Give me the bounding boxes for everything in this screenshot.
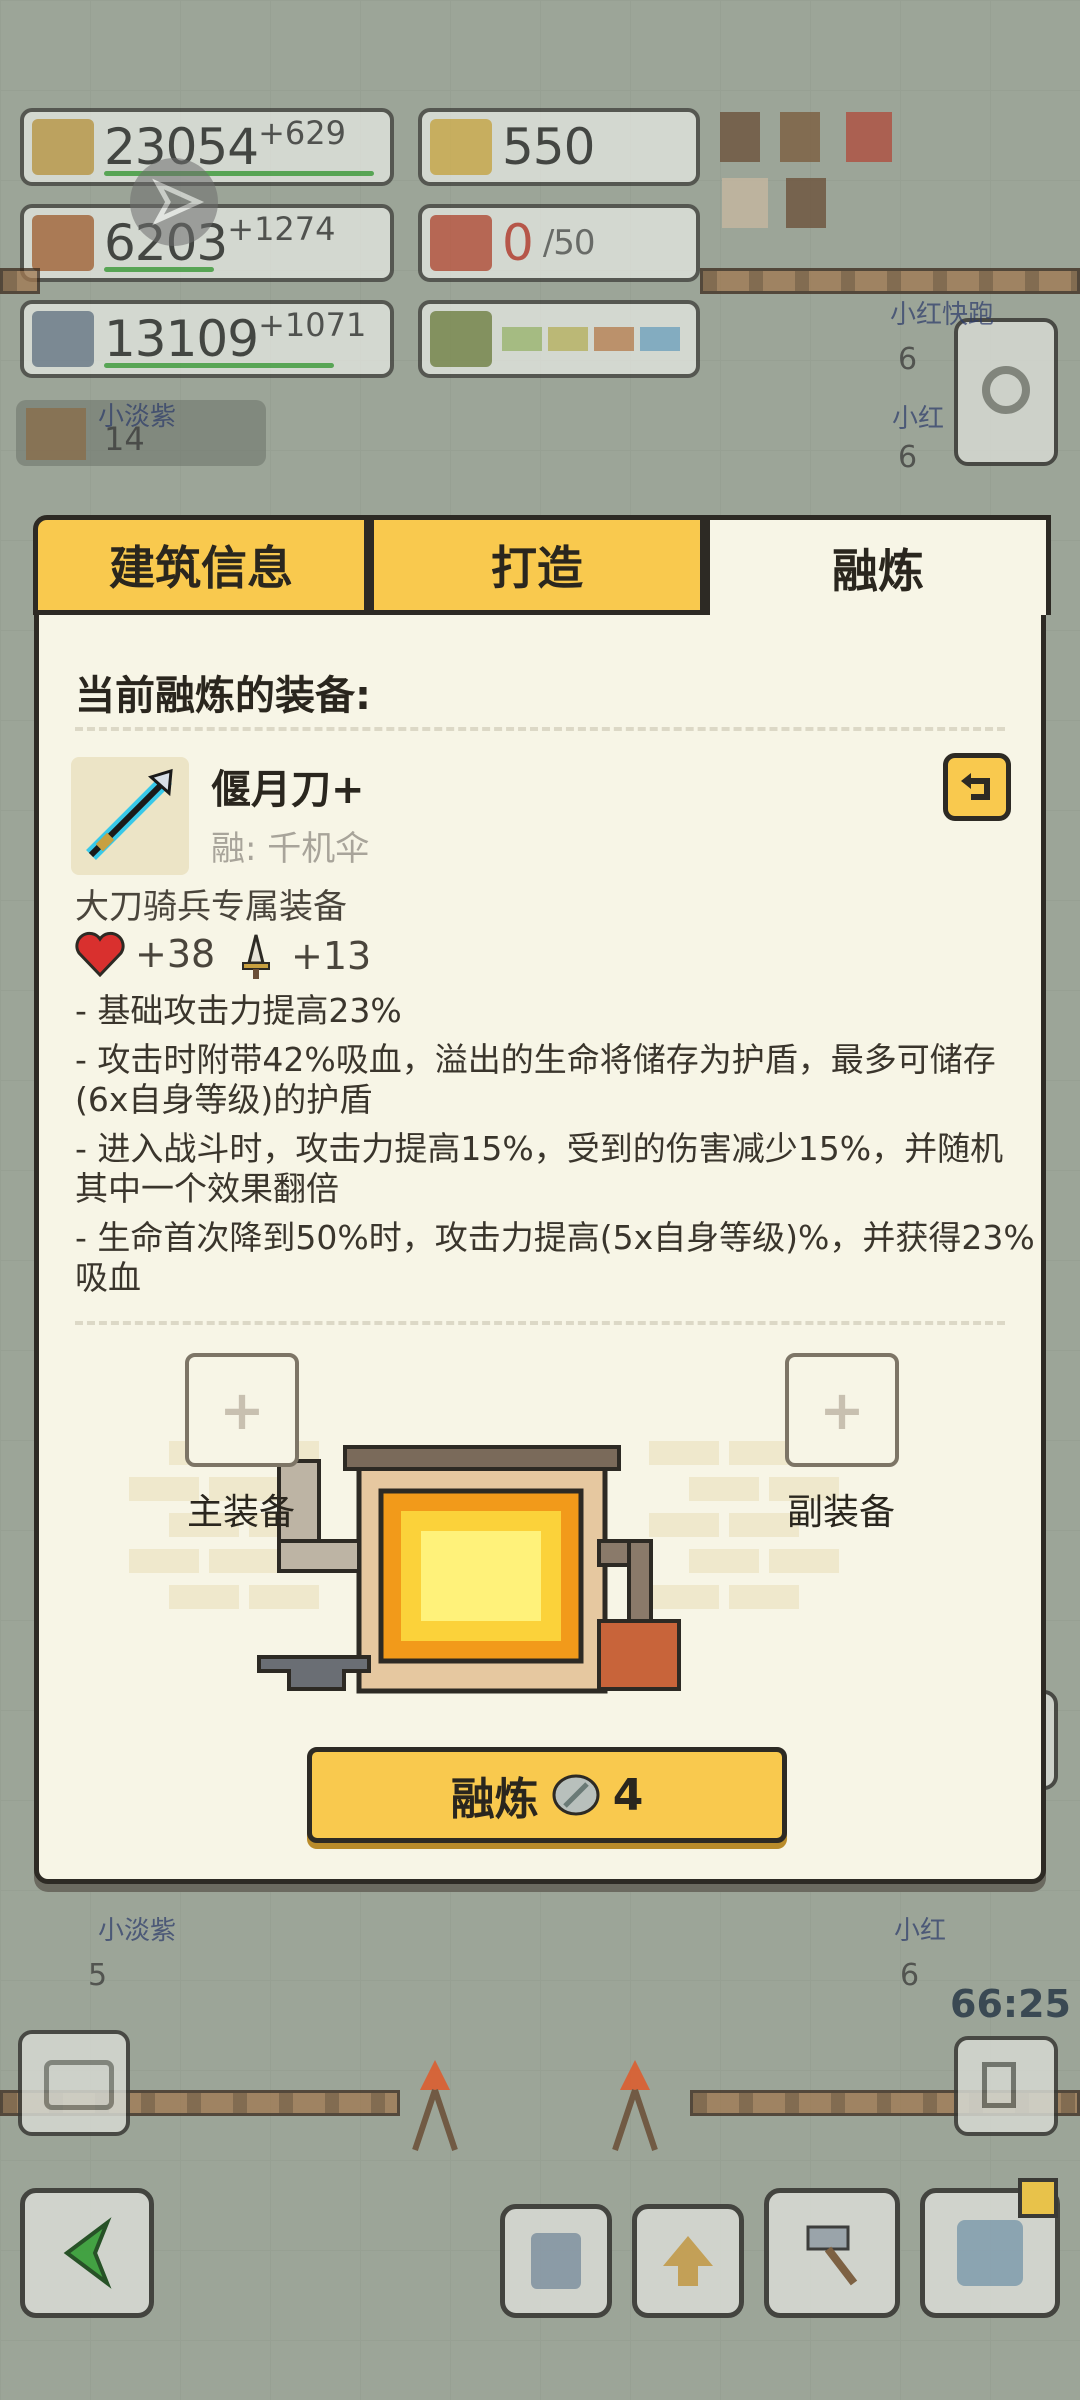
- plant-resource[interactable]: [418, 300, 700, 378]
- building-panel: 建筑信息 打造 融炼 当前融炼的装备: 偃月刀+ 融: 千机伞 大刀骑兵专属装备…: [33, 515, 1051, 1884]
- book-icon: [26, 408, 86, 460]
- exit-button[interactable]: [954, 2036, 1058, 2136]
- armor-icon: [531, 2233, 581, 2289]
- stone-delta: +1071: [258, 306, 367, 344]
- rank-icon: [663, 2236, 713, 2286]
- unit-count: 14: [104, 420, 145, 458]
- sub-equip-slot[interactable]: +: [785, 1353, 899, 1467]
- tent-icon[interactable]: [722, 178, 768, 228]
- unit-tag: 小淡紫: [98, 1916, 177, 1946]
- fence: [700, 268, 1080, 294]
- torch-icon: [412, 2060, 458, 2151]
- gift-value: 0: [502, 214, 534, 272]
- wheat-icon: [32, 119, 94, 175]
- gift-resource[interactable]: 0 /50: [418, 204, 700, 282]
- stone-icon: [32, 311, 94, 367]
- effect-line: - 基础攻击力提高23%: [75, 991, 402, 1030]
- main-equip-slot[interactable]: +: [185, 1353, 299, 1467]
- tab-fuse[interactable]: 融炼: [705, 515, 1051, 615]
- back-button[interactable]: [20, 2188, 154, 2318]
- item-fused-with: 融: 千机伞: [211, 829, 370, 869]
- atk-value: +13: [291, 934, 372, 978]
- section-title: 当前融炼的装备:: [75, 673, 371, 719]
- fuse-label: 融炼: [450, 1774, 539, 1825]
- item-exclusive: 大刀骑兵专属装备: [75, 887, 347, 927]
- stone-icon: [552, 1774, 600, 1816]
- coin-icon: [430, 119, 492, 175]
- fuse-button[interactable]: 融炼 4: [307, 1747, 787, 1843]
- wood-bar: [104, 267, 214, 272]
- fuse-cost: 4: [612, 1769, 644, 1821]
- chat-button[interactable]: [18, 2030, 130, 2136]
- stone-bar: [104, 363, 334, 368]
- gold-resource: 550: [418, 108, 700, 186]
- armor-button[interactable]: [500, 2204, 612, 2318]
- season-strip: [502, 327, 680, 351]
- banner-icon[interactable]: [846, 112, 892, 162]
- sword-stat-icon: [242, 934, 270, 979]
- gift-icon: [430, 215, 492, 271]
- divider: [75, 1321, 1005, 1325]
- unit-count: 6: [900, 1958, 920, 1993]
- plant-icon: [430, 311, 492, 367]
- unit-count: 6: [898, 342, 918, 377]
- building-icon[interactable]: [786, 178, 826, 228]
- undo-icon: [961, 773, 990, 800]
- item-slot[interactable]: [71, 757, 189, 875]
- wood-icon: [32, 215, 94, 271]
- plus-icon: +: [819, 1378, 865, 1442]
- unit-count: 5: [88, 1958, 108, 1993]
- hp-value: +38: [135, 932, 216, 976]
- rank-button[interactable]: [632, 2204, 744, 2318]
- door-icon: [982, 2062, 1016, 2108]
- torch-icon: [612, 2060, 658, 2151]
- heart-icon: [75, 931, 125, 977]
- item-name: 偃月刀+: [211, 767, 365, 813]
- gift-max: /50: [542, 223, 596, 263]
- tab-building-info[interactable]: 建筑信息: [33, 515, 369, 615]
- effect-line: - 生命首次降到50%时，攻击力提高(5x自身等级)%，并获得23%吸血: [75, 1218, 1035, 1297]
- fence: [0, 268, 40, 294]
- tab-forge[interactable]: 打造: [369, 515, 705, 615]
- swap-button[interactable]: [943, 753, 1011, 821]
- back-arrow-icon: [63, 2217, 112, 2289]
- stone-resource: 13109 +1071: [20, 300, 394, 378]
- hp-stat: +38: [75, 931, 215, 977]
- unit-tag: 小红快跑: [890, 300, 995, 330]
- atk-stat: +13: [231, 931, 371, 981]
- building-icon[interactable]: [720, 112, 760, 162]
- unit-count: 6: [898, 440, 918, 475]
- building-icon[interactable]: [780, 112, 820, 162]
- unit-tag: 小红: [894, 1916, 947, 1946]
- sword-icon: [86, 768, 173, 860]
- battle-timer: 66:25: [950, 1982, 1071, 2026]
- effect-list: - 基础攻击力提高23% - 攻击时附带42%吸血，溢出的生命将储存为护盾，最多…: [75, 991, 1035, 1307]
- hammer-button[interactable]: [764, 2188, 900, 2318]
- bag-icon: [957, 2220, 1023, 2286]
- main-equip-label: 主装备: [186, 1492, 295, 1533]
- settings-button[interactable]: [954, 318, 1058, 466]
- effect-line: - 攻击时附带42%吸血，溢出的生命将储存为护盾，最多可储存(6x自身等级)的护…: [75, 1040, 996, 1119]
- hammer-icon: [806, 2225, 858, 2286]
- notification-badge: [1018, 2178, 1058, 2218]
- unit-tag: 小红: [892, 404, 945, 434]
- play-icon[interactable]: [128, 156, 220, 248]
- stone-value: 13109: [104, 310, 259, 368]
- sub-equip-label: 副装备: [786, 1492, 895, 1533]
- wood-delta: +1274: [227, 210, 336, 248]
- effect-line: - 进入战斗时，攻击力提高15%，受到的伤害减少15%，并随机其中一个效果翻倍: [75, 1129, 1004, 1208]
- gold-value: 550: [502, 118, 595, 176]
- gear-icon: [982, 366, 1030, 414]
- wheat-delta: +629: [258, 114, 346, 152]
- divider: [75, 727, 1005, 731]
- chat-icon: [44, 2060, 114, 2110]
- plus-icon: +: [219, 1378, 265, 1442]
